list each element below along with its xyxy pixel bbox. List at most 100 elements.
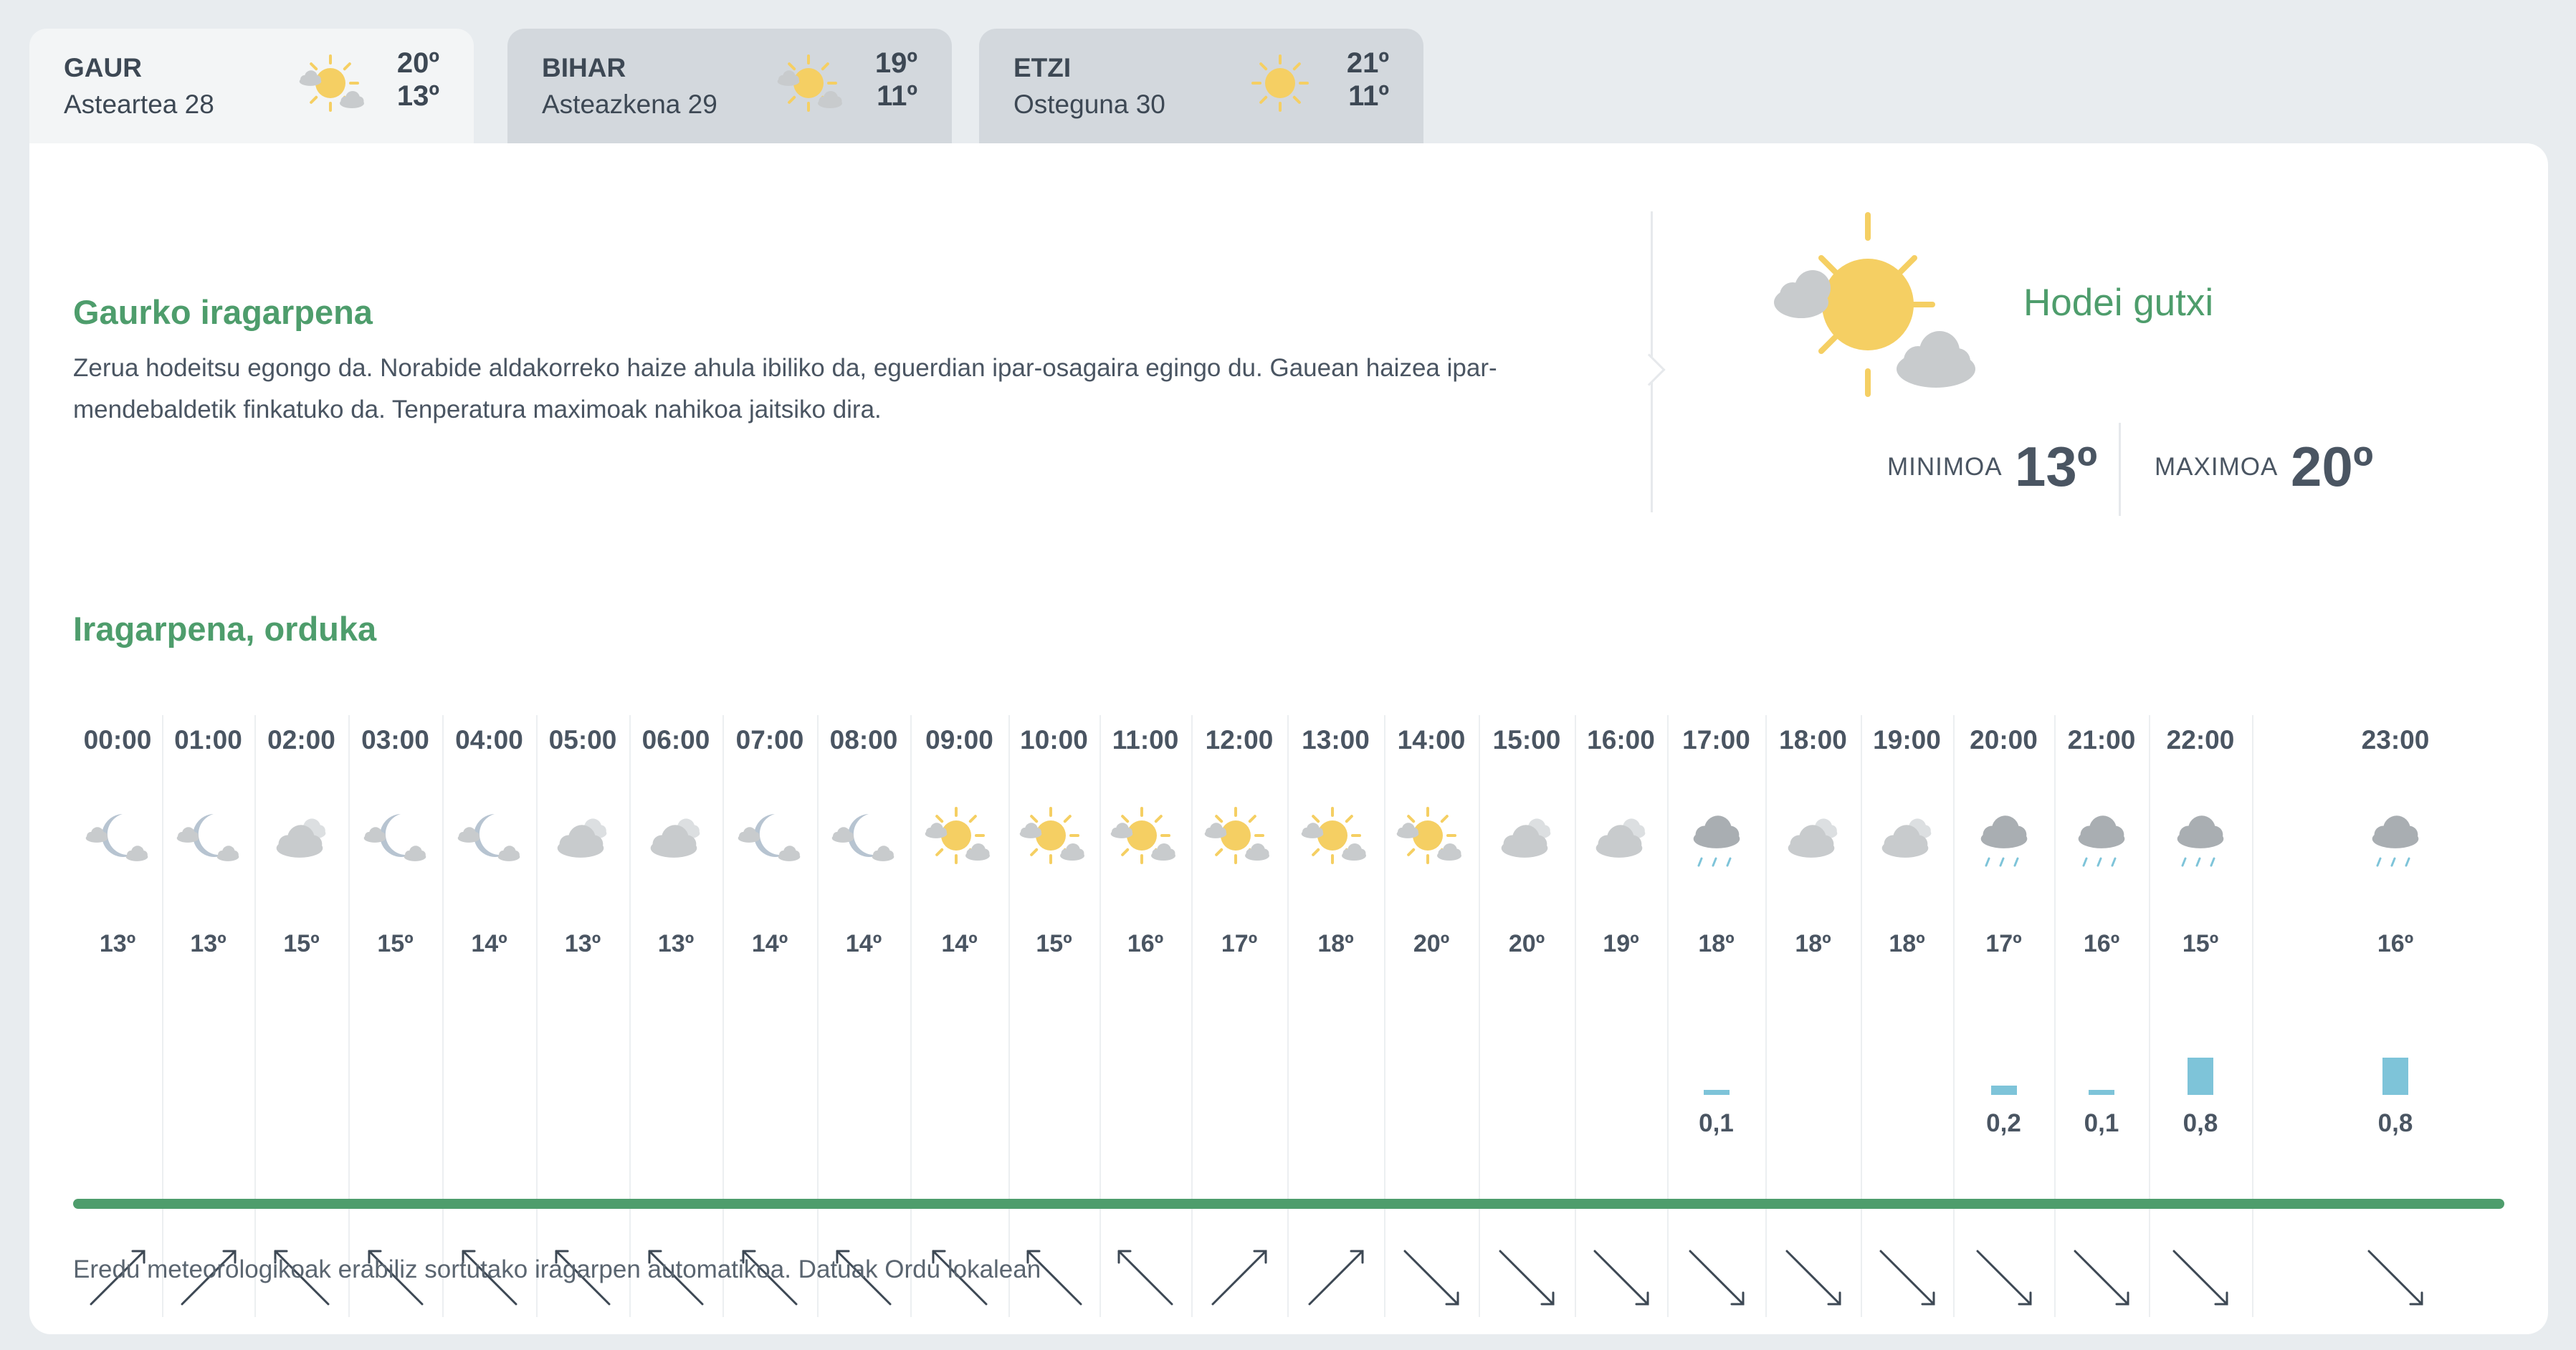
hour-temperature: 14º (471, 930, 507, 957)
moon-cloud-icon (457, 814, 520, 861)
wind-arrow-icon (1499, 1250, 1555, 1306)
wind-arrow-icon (1976, 1250, 2031, 1306)
hour-column: 22:00 15º 0,8 (2149, 715, 2252, 1317)
column-divider (629, 715, 631, 1317)
min-temp-label: MINIMOA (1887, 453, 2003, 481)
sun-cloud-icon (777, 54, 842, 112)
divider (2119, 423, 2121, 516)
wind-arrow-icon (1689, 1250, 1744, 1306)
hour-time: 02:00 (267, 725, 335, 755)
column-divider (722, 715, 724, 1317)
cloud-icon (1501, 818, 1551, 858)
rain-cloud-icon (2372, 815, 2419, 867)
hour-temperature: 20º (1508, 930, 1545, 957)
column-divider (1287, 715, 1289, 1317)
rain-cloud-icon (1980, 815, 2027, 867)
column-divider (910, 715, 912, 1317)
hour-column: 03:00 15º (348, 715, 442, 1317)
hour-time: 13:00 (1302, 725, 1370, 755)
tab-max-temp: 20º (396, 47, 439, 79)
rain-bar (1990, 1086, 2017, 1095)
hour-temperature: 20º (1413, 930, 1450, 957)
cloud-icon (557, 818, 607, 858)
hour-column: 00:00 13º (73, 715, 162, 1317)
hour-column: 14:00 20º (1384, 715, 1479, 1317)
hour-time: 01:00 (174, 725, 242, 755)
column-divider (817, 715, 819, 1317)
day-tabs: GAUR Asteartea 28 20º 13º BIHAR Asteazke… (29, 29, 1434, 143)
hour-temperature: 17º (1985, 930, 2022, 957)
hour-column: 11:00 16º (1099, 715, 1191, 1317)
hour-temperature: 14º (845, 930, 882, 957)
wind-arrow-icon (1211, 1250, 1267, 1306)
hour-temperature: 16º (1127, 930, 1164, 957)
cloud-icon (650, 818, 700, 858)
sun-icon (1251, 54, 1309, 112)
column-divider (1953, 715, 1955, 1317)
cloud-icon (1881, 818, 1931, 858)
hour-temperature: 18º (1889, 930, 1925, 957)
hour-column: 05:00 13º (536, 715, 629, 1317)
hour-column: 01:00 13º (162, 715, 254, 1317)
forecast-card: Gaurko iragarpena Zerua hodeitsu egongo … (29, 143, 2548, 1334)
hour-temperature: 13º (564, 930, 601, 957)
column-divider (1191, 715, 1193, 1317)
tab-gaur[interactable]: GAUR Asteartea 28 20º 13º (29, 29, 474, 143)
cloud-icon (1595, 818, 1645, 858)
hour-time: 19:00 (1873, 725, 1941, 755)
hour-time: 21:00 (2067, 725, 2136, 755)
hour-temperature: 18º (1317, 930, 1354, 957)
column-divider (1479, 715, 1480, 1317)
hour-column: 23:00 16º 0,8 (2252, 715, 2539, 1317)
tab-max-temp: 19º (874, 47, 917, 79)
tab-day-name: BIHAR (542, 53, 626, 82)
hour-temperature: 14º (941, 930, 978, 957)
column-divider (536, 715, 538, 1317)
hour-temperature: 15º (2182, 930, 2219, 957)
rain-cloud-icon (2177, 815, 2224, 867)
hour-time: 20:00 (1970, 725, 2038, 755)
hour-column: 18:00 18º (1765, 715, 1861, 1317)
wind-arrow-icon (1879, 1250, 1935, 1306)
sun-cloud-icon (1019, 807, 1084, 864)
hour-column: 09:00 14º (910, 715, 1008, 1317)
hour-temperature: 18º (1795, 930, 1831, 957)
column-divider (442, 715, 444, 1317)
hour-temperature: 19º (1603, 930, 1639, 957)
rain-amount: 0,2 (1986, 1109, 2021, 1137)
today-forecast-text: Zerua hodeitsu egongo da. Norabide aldak… (73, 354, 1497, 423)
wind-arrow-icon (1308, 1250, 1363, 1306)
wind-arrow-icon (1117, 1250, 1173, 1306)
moon-cloud-icon (738, 814, 801, 861)
hour-column: 10:00 15º (1008, 715, 1099, 1317)
tab-bihar[interactable]: BIHAR Asteazkena 29 19º 11º (507, 29, 952, 143)
cloud-icon (1788, 818, 1837, 858)
hour-time: 11:00 (1112, 725, 1179, 755)
sun-cloud-icon (1301, 807, 1366, 864)
hour-time: 08:00 (829, 725, 898, 755)
column-divider (2054, 715, 2056, 1317)
hour-time: 03:00 (361, 725, 429, 755)
hour-temperature: 16º (2377, 930, 2414, 957)
column-divider (162, 715, 163, 1317)
column-divider (348, 715, 350, 1317)
hour-temperature: 13º (190, 930, 226, 957)
tab-min-temp: 13º (396, 80, 439, 112)
hour-time: 07:00 (735, 725, 804, 755)
hour-temperature: 17º (1221, 930, 1258, 957)
tab-etzi[interactable]: ETZI Osteguna 30 21º 11º (979, 29, 1423, 143)
wind-arrow-icon (1785, 1250, 1841, 1306)
hour-column: 19:00 18º (1861, 715, 1953, 1317)
column-divider (1765, 715, 1767, 1317)
wind-arrow-icon (2367, 1250, 2423, 1306)
hour-temperature: 14º (751, 930, 788, 957)
progress-bar (73, 1199, 2504, 1209)
sun-cloud-icon (925, 807, 990, 864)
hour-column: 13:00 18º (1287, 715, 1384, 1317)
sun-cloud-icon (1204, 807, 1269, 864)
tab-min-temp: 11º (877, 80, 917, 112)
column-divider (1008, 715, 1010, 1317)
column-divider (1575, 715, 1576, 1317)
hour-time: 10:00 (1020, 725, 1088, 755)
divider-notch (1633, 353, 1666, 386)
